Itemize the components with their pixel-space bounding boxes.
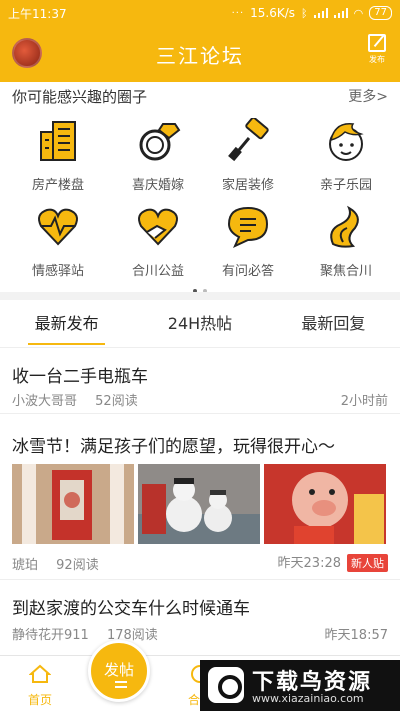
post-title: 收一台二手电瓶车: [12, 367, 148, 387]
bluetooth-icon: ᛒ: [301, 6, 308, 20]
baby-face-icon: [329, 123, 364, 161]
circle-label: 家居装修: [221, 178, 274, 193]
more-link[interactable]: 更多>: [348, 86, 388, 106]
post-image[interactable]: [138, 464, 260, 544]
post-time: 昨天23:28: [277, 556, 341, 571]
hand-heart-icon: [138, 208, 178, 246]
post-image[interactable]: [12, 464, 134, 544]
circle-item-real-estate[interactable]: 房产楼盘: [8, 118, 108, 193]
post-time: 昨天18:57: [324, 628, 388, 643]
watermark: 下载鸟资源 www.xiazainiao.com: [200, 660, 400, 711]
watermark-logo-icon: [208, 667, 244, 703]
status-time: 上午11:37: [8, 6, 67, 21]
menu-line: [115, 686, 127, 688]
new-user-badge: 新人贴: [347, 554, 388, 572]
publish-label: 发布: [369, 55, 385, 64]
nav-home-label: 首页: [27, 693, 52, 707]
ring-icon: [139, 123, 181, 161]
tab-latest[interactable]: 最新发布: [0, 300, 133, 347]
wave-logo-icon: [330, 205, 359, 248]
post-reads: 92阅读: [56, 558, 99, 573]
heart-pulse-icon: [38, 208, 78, 246]
post-author: 琥珀: [12, 558, 39, 573]
section-divider: [0, 292, 400, 300]
nav-home[interactable]: 首页: [0, 656, 80, 711]
post-time-wrap: 昨天23:28 新人贴: [278, 552, 388, 572]
circle-label: 合川公益: [131, 264, 184, 279]
signal2-icon: [333, 8, 348, 18]
circle-label: 喜庆婚嫁: [131, 178, 184, 193]
circle-item-wedding[interactable]: 喜庆婚嫁: [108, 118, 208, 193]
post-meta: 静待花开911 178阅读: [12, 624, 172, 643]
create-post-label: 发帖: [103, 661, 134, 679]
publish-button[interactable]: 发布: [364, 34, 390, 65]
post-title: 到赵家渡的公交车什么时候通车: [12, 599, 250, 619]
post-author: 静待花开911: [12, 628, 89, 643]
post-author: 小波大哥哥: [12, 394, 78, 409]
battery-level: 77: [369, 6, 392, 20]
post-item[interactable]: 到赵家渡的公交车什么时候通车 静待花开911 178阅读 昨天18:57: [0, 582, 400, 650]
watermark-url: www.xiazainiao.com: [252, 692, 364, 705]
circle-item-charity[interactable]: 合川公益: [108, 204, 208, 279]
building-icon: [40, 121, 76, 161]
post-time: 2小时前: [340, 394, 388, 409]
post-meta: 琥珀 92阅读: [12, 554, 113, 573]
post-title: 冰雪节！满足孩子们的愿望，玩得很开心～: [12, 437, 335, 457]
paint-roller-icon: [228, 116, 269, 162]
menu-line: [115, 681, 127, 683]
circle-item-parenting[interactable]: 亲子乐园: [296, 118, 396, 193]
post-reads: 52阅读: [95, 394, 138, 409]
post-images: [12, 464, 388, 544]
circle-item-qa[interactable]: 有问必答: [198, 204, 298, 279]
circle-label: 房产楼盘: [31, 178, 84, 193]
circle-item-decoration[interactable]: 家居装修: [198, 116, 298, 193]
post-image[interactable]: [264, 464, 386, 544]
signal-icon: [313, 8, 328, 18]
status-bar: 上午11:37 ··· 15.6K/s ᛒ ◠ 77: [0, 0, 400, 26]
circle-item-emotion[interactable]: 情感驿站: [8, 204, 108, 279]
network-speed: 15.6K/s: [250, 6, 296, 20]
wifi-icon: ◠: [353, 6, 364, 20]
post-item[interactable]: 收一台二手电瓶车 小波大哥哥 52阅读 2小时前: [0, 348, 400, 414]
post-item[interactable]: 冰雪节！满足孩子们的愿望，玩得很开心～ 琥珀 92阅读 昨天23:28 新人贴: [0, 424, 400, 580]
circle-label: 有问必答: [221, 264, 274, 279]
tab-latest-reply[interactable]: 最新回复: [267, 300, 400, 347]
circle-item-focus[interactable]: 聚焦合川: [296, 204, 396, 279]
notification-dots: ···: [231, 7, 245, 19]
circle-label: 聚焦合川: [319, 264, 372, 279]
post-meta: 小波大哥哥 52阅读: [12, 390, 152, 409]
create-post-button[interactable]: 发帖: [88, 640, 150, 702]
avatar[interactable]: [12, 38, 42, 68]
circle-label: 亲子乐园: [319, 178, 372, 193]
edit-icon: [368, 34, 386, 52]
tab-hot-24h[interactable]: 24H热帖: [133, 300, 266, 347]
circles-heading: 你可能感兴趣的圈子: [12, 87, 148, 106]
home-icon: [28, 664, 52, 683]
page-title: 三江论坛: [156, 43, 244, 68]
interest-circles: 你可能感兴趣的圈子 更多> 房产楼盘 喜庆婚嫁 家居装修 亲子乐园 情感驿站 合…: [0, 82, 400, 293]
chat-question-icon: [227, 206, 269, 249]
circle-label: 情感驿站: [31, 264, 84, 279]
app-header: 三江论坛 发布: [0, 26, 400, 82]
feed-tabs: 最新发布 24H热帖 最新回复: [0, 300, 400, 348]
